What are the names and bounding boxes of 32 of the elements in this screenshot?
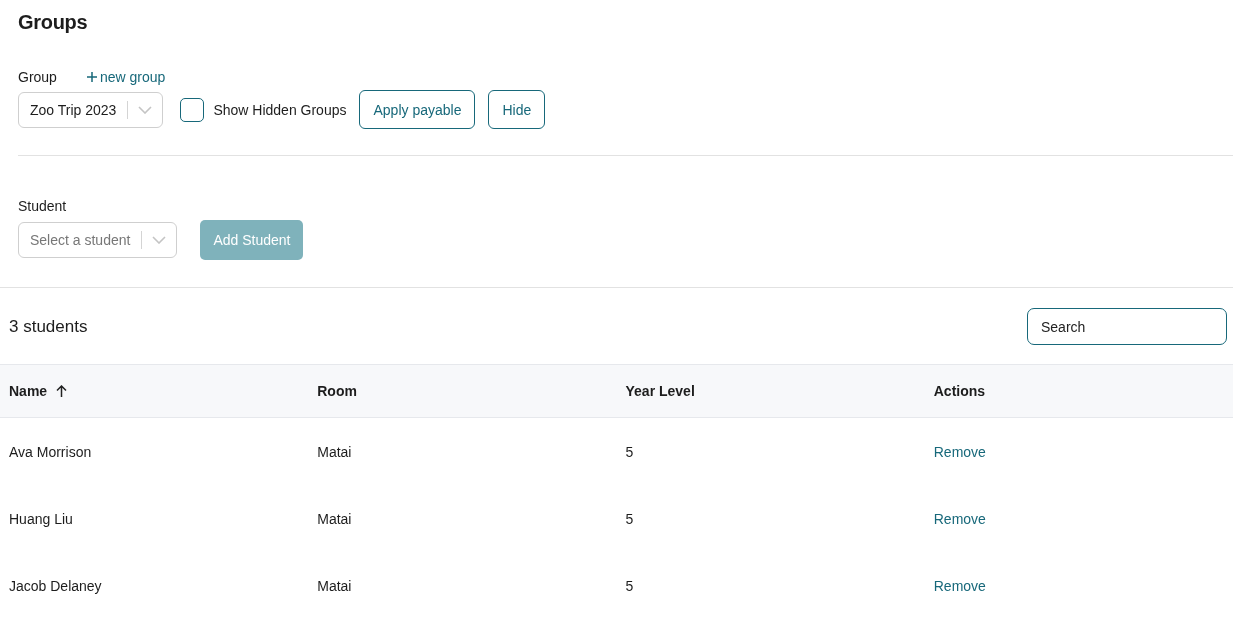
table-cell: 5 [625,443,634,460]
plus-icon [86,72,97,82]
group-action-button[interactable]: Hide [488,90,546,129]
table-cell: Jacob Delaney [9,577,102,594]
new-group-link[interactable]: new group [86,69,166,85]
remove-link[interactable]: Remove [933,577,986,594]
table-cell: Matai [317,510,352,527]
table-cell: Matai [317,577,352,594]
table-cell: Ava Morrison [9,443,92,460]
table-cell: Huang Liu [9,510,73,527]
show-hidden-checkbox[interactable] [180,97,205,122]
table-cell: 5 [625,510,634,527]
table-cell: 5 [625,577,634,594]
search-field[interactable]: Search [1027,308,1227,345]
student-count: 3 students [9,316,88,338]
remove-link[interactable]: Remove [933,510,986,527]
student-select[interactable]: Select a student [18,222,178,258]
sort-arrow-up-icon[interactable] [56,385,68,397]
chevron-down-icon [138,105,153,114]
page-title: Groups [18,10,89,34]
student-label: Student [18,198,68,214]
group-select[interactable]: Zoo Trip 2023 [18,91,164,128]
column-header[interactable]: Actions [933,383,986,399]
group-label: Group [18,69,57,85]
table-cell: Matai [317,443,352,460]
column-header[interactable]: Name [9,383,68,399]
column-header[interactable]: Year Level [625,383,695,399]
group-action-button[interactable]: Apply payable [359,90,476,129]
chevron-down-icon [152,236,167,244]
show-hidden-label: Show Hidden Groups [213,101,347,118]
column-header[interactable]: Room [317,383,357,399]
remove-link[interactable]: Remove [933,443,986,460]
